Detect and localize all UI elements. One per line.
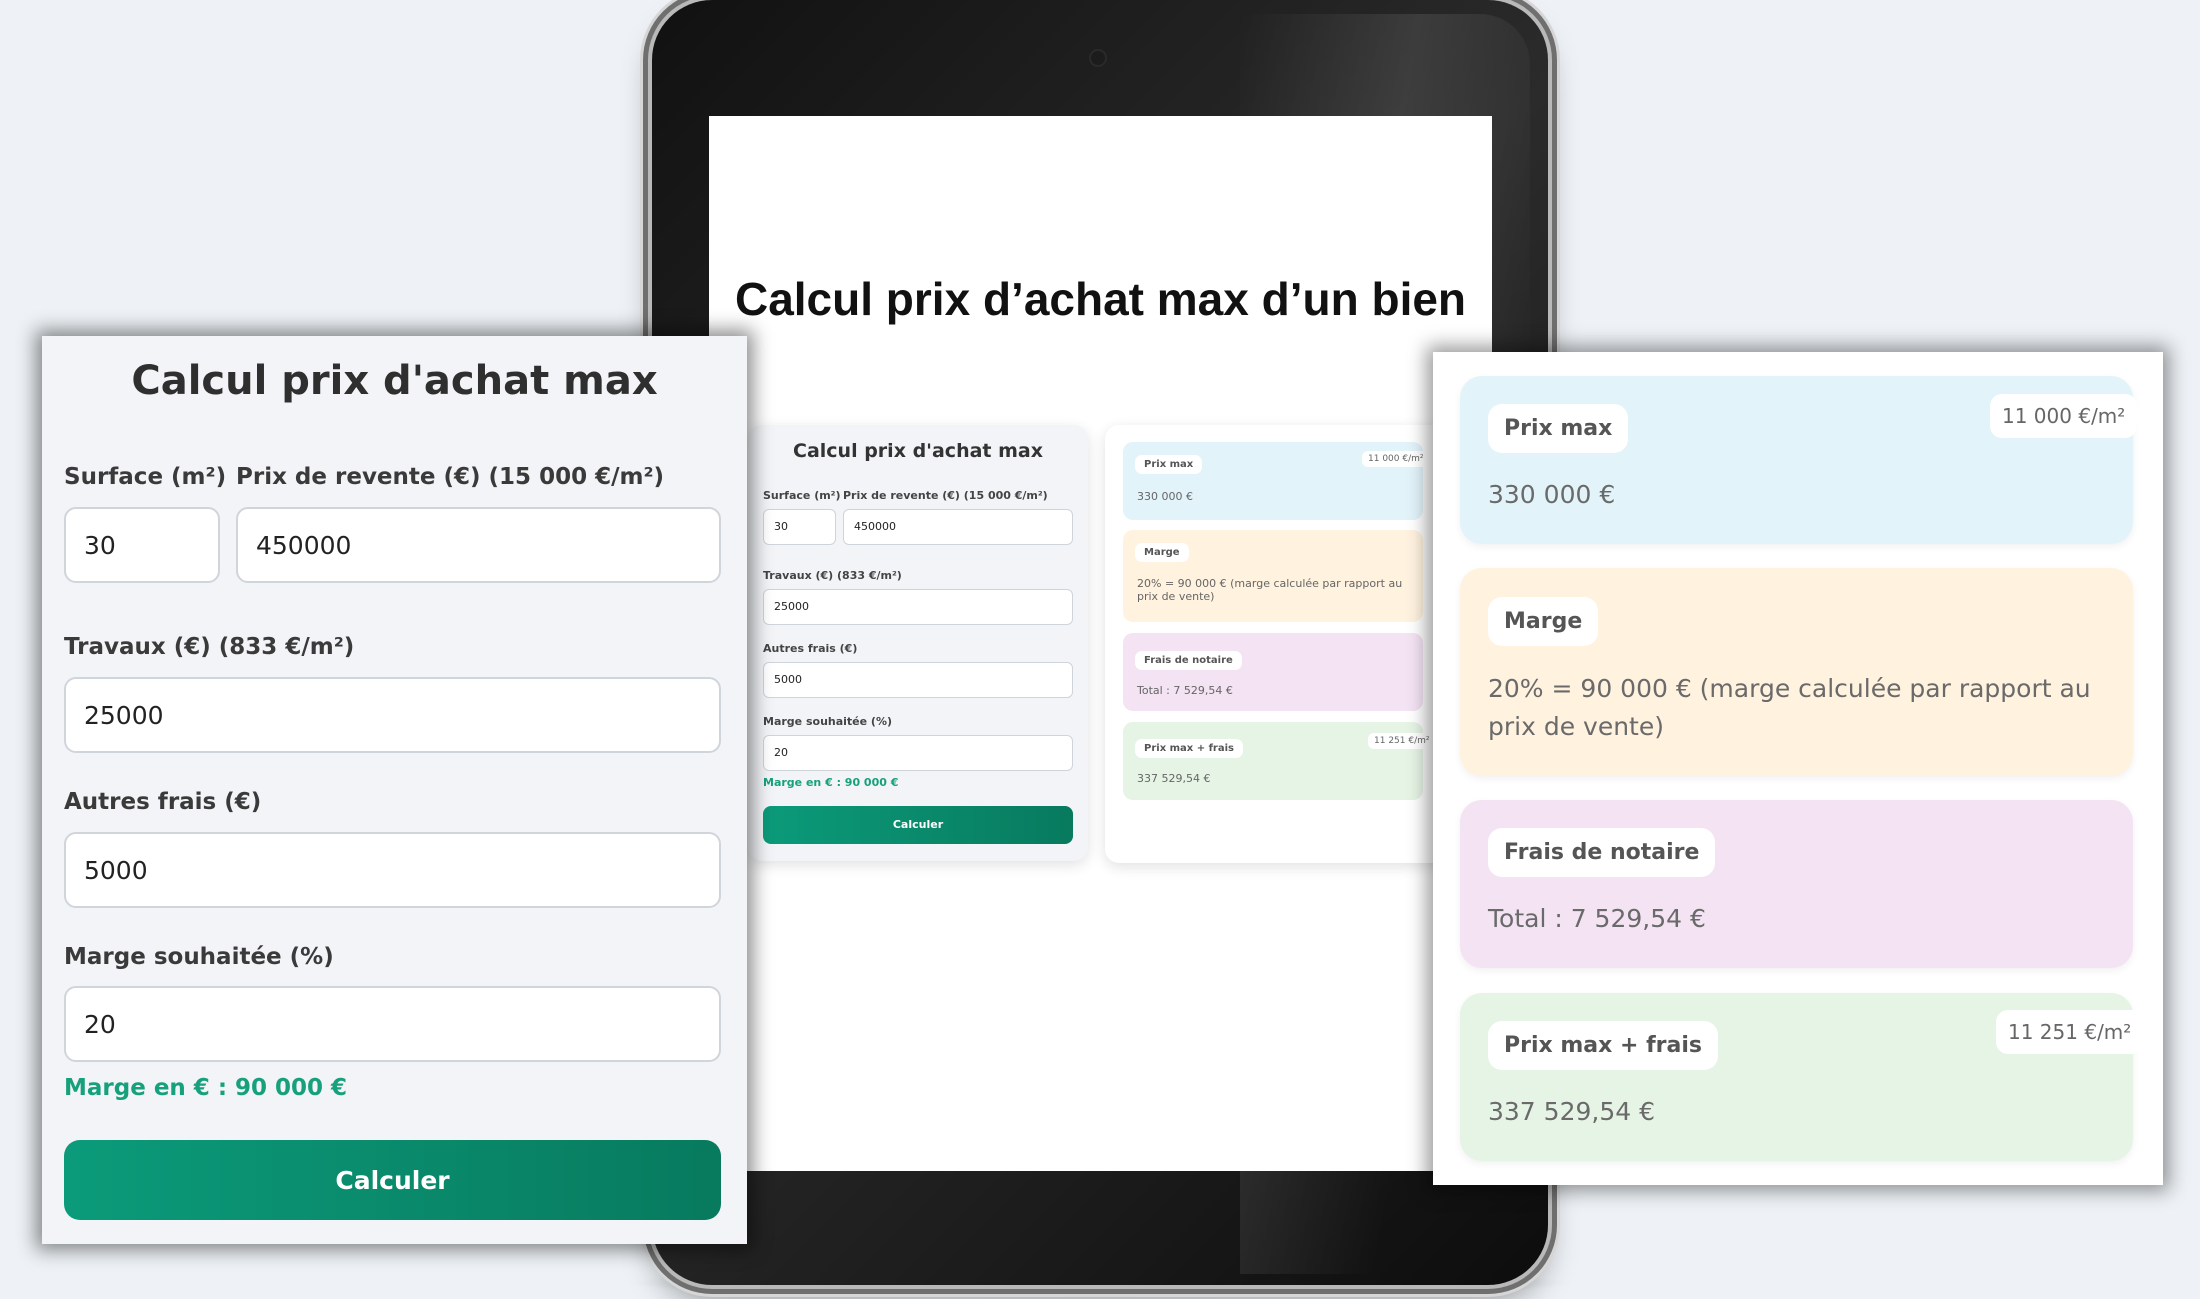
prix-max-frais-per-m2: 11 251 €/m² <box>1996 1010 2144 1054</box>
mini-prix-revente-input[interactable]: 450000 <box>843 509 1073 545</box>
mini-calculate-button[interactable]: Calculer <box>763 806 1073 844</box>
prix-max-frais-value: 337 529,54 € <box>1488 1097 1655 1126</box>
autres-frais-input[interactable]: 5000 <box>64 832 721 908</box>
marge-card-value: 20% = 90 000 € (marge calculée par rappo… <box>1488 674 2091 741</box>
mini-marge-card-value: 20% = 90 000 € (marge calculée par rappo… <box>1137 577 1403 603</box>
marge-label: Marge souhaitée (%) <box>64 944 334 970</box>
travaux-input[interactable]: 25000 <box>64 677 721 753</box>
mini-surface-input[interactable]: 30 <box>763 509 836 545</box>
mini-form-title: Calcul prix d'achat max <box>793 440 1043 462</box>
mini-prix-max-label: Prix max <box>1135 455 1203 474</box>
mini-travaux-input[interactable]: 25000 <box>763 589 1073 625</box>
marge-input[interactable]: 20 <box>64 986 721 1062</box>
prix-revente-input[interactable]: 450000 <box>236 507 721 583</box>
mini-marge-result: Marge en € : 90 000 € <box>763 776 899 789</box>
mini-prix-max-value: 330 000 € <box>1137 490 1193 503</box>
autres-frais-label: Autres frais (€) <box>64 789 262 815</box>
prix-max-frais-label: Prix max + frais <box>1488 1021 1718 1070</box>
mini-marge-card-label: Marge <box>1135 543 1189 562</box>
card-frais-notaire <box>1460 800 2133 968</box>
mini-prix-max-frais-per-m2: 11 251 €/m² <box>1368 733 1436 749</box>
mini-surface-label: Surface (m²) <box>763 489 841 502</box>
mini-autres-frais-label: Autres frais (€) <box>763 642 858 655</box>
prix-max-value: 330 000 € <box>1488 480 1616 509</box>
mini-autres-frais-input[interactable]: 5000 <box>763 662 1073 698</box>
mini-card-frais-notaire <box>1123 633 1423 711</box>
marge-result: Marge en € : 90 000 € <box>64 1075 348 1101</box>
surface-label: Surface (m²) <box>64 464 227 490</box>
mini-frais-notaire-label: Frais de notaire <box>1135 651 1242 670</box>
frais-notaire-value: Total : 7 529,54 € <box>1488 904 1706 933</box>
mini-marge-input[interactable]: 20 <box>763 735 1073 771</box>
frais-notaire-label: Frais de notaire <box>1488 828 1716 877</box>
travaux-label: Travaux (€) (833 €/m²) <box>64 634 355 660</box>
mini-prix-max-per-m2: 11 000 €/m² <box>1362 451 1430 467</box>
prix-max-label: Prix max <box>1488 404 1629 453</box>
mini-prix-revente-label: Prix de revente (€) (15 000 €/m²) <box>843 489 1048 502</box>
prix-revente-label: Prix de revente (€) (15 000 €/m²) <box>236 464 665 490</box>
mini-travaux-label: Travaux (€) (833 €/m²) <box>763 569 902 582</box>
marge-card-label: Marge <box>1488 597 1599 646</box>
camera-icon <box>1091 51 1105 65</box>
page-title: Calcul prix d’achat max d’un bien <box>734 273 1467 325</box>
calculate-button[interactable]: Calculer <box>64 1140 721 1220</box>
mini-prix-max-frais-value: 337 529,54 € <box>1137 772 1211 785</box>
prix-max-per-m2: 11 000 €/m² <box>1990 394 2138 438</box>
mini-marge-label: Marge souhaitée (%) <box>763 715 893 728</box>
form-title: Calcul prix d'achat max <box>131 358 658 404</box>
mini-prix-max-frais-label: Prix max + frais <box>1135 739 1243 758</box>
surface-input[interactable]: 30 <box>64 507 220 583</box>
mini-frais-notaire-value: Total : 7 529,54 € <box>1137 684 1233 697</box>
